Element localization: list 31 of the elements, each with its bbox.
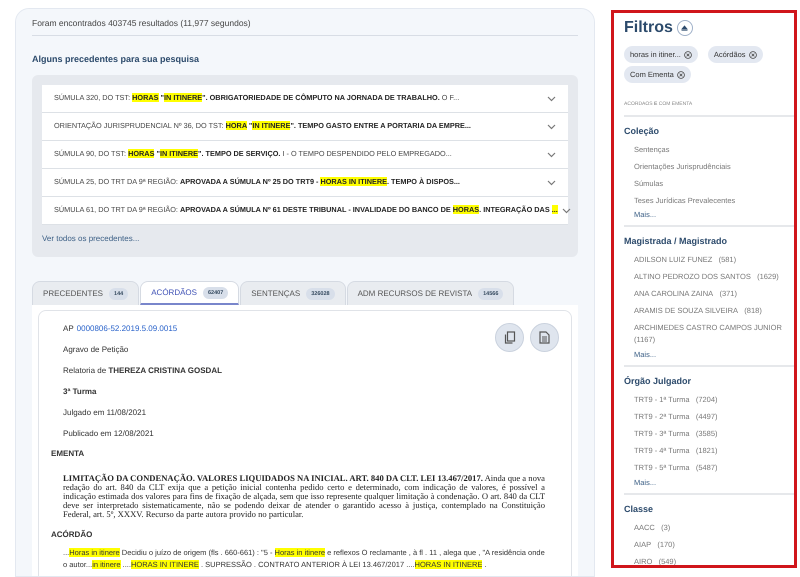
section-title: Coleção <box>624 124 660 138</box>
copy-button[interactable] <box>495 323 524 352</box>
chevron-icon <box>562 208 571 214</box>
rapporteur: Relatoria de THEREZA CRISTINA GOSDAL <box>63 365 223 378</box>
case-number-link[interactable]: 0000806-52.2019.5.09.0015 <box>76 323 178 336</box>
judged-date: Julgado em 11/08/2021 <box>63 407 148 420</box>
chevron-icon <box>547 96 556 102</box>
document-button[interactable] <box>530 323 559 352</box>
document-icon <box>539 331 550 344</box>
chevron-icon <box>547 180 556 186</box>
eraser-button[interactable] <box>676 20 693 36</box>
results-count: Foram encontrados 403745 resultados (11,977 segundos) <box>32 17 578 36</box>
section-heading: EMENTA <box>51 448 86 460</box>
published-date: Publicado em 12/08/2021 <box>63 428 155 440</box>
see-all-link[interactable]: Ver todos os precedentes... <box>42 233 140 246</box>
remove-icon[interactable] <box>684 50 692 58</box>
section-heading: ACÓRDÃO <box>51 529 94 542</box>
remove-icon[interactable] <box>676 70 685 78</box>
filters-title: Filtros <box>624 18 673 38</box>
case-class: Agravo de Petição <box>63 344 130 356</box>
section-title: Órgão Julgador <box>624 375 692 388</box>
ementa-text: LIMITAÇÃO DA CONDENAÇÃO. VALORES LIQUIDADOS NA INICIAL. ART. 840 DA CLT. LEI 13.467/2017. Ainda que a nova redação do art. 840 da CLT exija que a petição inicial contenha pedido certo e determinado, com indicação de valores, é possível a indicação estimada dos valores para fins de fixação de alçada, sem que isso represente qualquer limitação à condenação. O art. 840 da CLT deve ser interpretado sistematicamente, não se podendo deixar de atender o garantido acesso à justiça, contemplado na Constituição Federal, art. 5º, XXXV. Recurso da parte autora provido no particular. <box>62 474 546 520</box>
section-heading: Alguns precedentes para sua pesquisa <box>32 52 200 66</box>
chevron-icon <box>547 124 556 130</box>
chevron-icon <box>547 152 556 158</box>
panel-name: 3ª Turma <box>63 386 98 398</box>
section-title: Magistrada / Magistrado <box>624 235 728 248</box>
section-title: Classe <box>624 502 654 516</box>
remove-icon[interactable] <box>748 50 757 58</box>
case-type: AP <box>63 323 74 336</box>
copy-icon <box>504 331 516 344</box>
